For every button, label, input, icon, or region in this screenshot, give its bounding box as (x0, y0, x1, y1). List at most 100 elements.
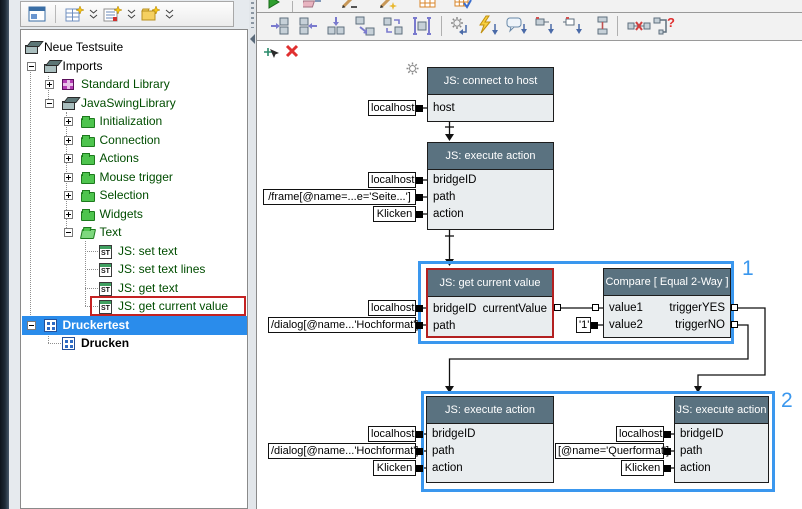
boxes-swap-arrow-icon[interactable] (382, 15, 406, 39)
plus-expander-icon[interactable] (64, 136, 73, 145)
tree-item[interactable]: STJS: get text (22, 279, 247, 298)
output-port[interactable] (731, 321, 738, 328)
eraser-icon[interactable] (303, 0, 327, 13)
bubble-arrow-icon[interactable] (505, 15, 529, 39)
box-brackets-icon[interactable] (411, 15, 435, 39)
minus-expander-icon[interactable] (45, 99, 54, 108)
tree-item[interactable]: Standard Library (22, 75, 247, 94)
tree-item[interactable]: Initialization (22, 112, 247, 131)
port-in-label: bridgeID (433, 301, 476, 318)
plus-expander-icon[interactable] (64, 173, 73, 182)
value-label[interactable]: /frame[@name=...e='Seite...'] (263, 189, 416, 205)
panel-splitter[interactable] (249, 0, 256, 509)
node-execute-action-3[interactable]: JS: execute action bridgeID path action (674, 396, 769, 483)
pencil-star-icon[interactable] (377, 0, 401, 13)
diagram-canvas[interactable]: 1 2 JS: connect to host host JS: execute… (257, 41, 802, 509)
chevron-down-icon[interactable] (126, 3, 137, 25)
play-icon[interactable] (266, 0, 290, 13)
box-arrow-right-icon[interactable] (269, 15, 293, 39)
plus-expander-icon[interactable] (45, 80, 54, 89)
node-connect-to-host[interactable]: JS: connect to host host (427, 67, 554, 122)
value-label[interactable]: localhost (616, 426, 664, 442)
workbench-icon[interactable] (27, 3, 47, 25)
tree-item[interactable]: Drucken (22, 334, 247, 353)
new-grid-star-icon[interactable] (64, 3, 85, 25)
minus-expander-icon[interactable] (64, 228, 73, 237)
box-arrow-down-icon[interactable] (325, 15, 349, 39)
node-title: JS: get current value (428, 270, 552, 297)
value-label[interactable]: localhost (368, 172, 416, 188)
disconnect-icon[interactable] (627, 15, 651, 39)
value-label[interactable]: /dialog[@name...'Hochformat'] (268, 317, 416, 333)
tree-item-label: Initialization (100, 112, 163, 131)
tree-item-label: JS: get text (118, 279, 178, 298)
pencil-minus-icon[interactable] (339, 0, 363, 13)
question-glyph: ? (667, 15, 675, 30)
tree-item[interactable]: Mouse trigger (22, 168, 247, 187)
connect-question-icon[interactable]: ? (653, 15, 677, 39)
chevron-down-icon[interactable] (164, 3, 175, 25)
tree-item[interactable]: STJS: set text (22, 242, 247, 261)
tree-item[interactable]: Selection (22, 186, 247, 205)
port-out-arrow-icon[interactable] (562, 15, 586, 39)
gear-arrow-icon[interactable] (449, 15, 473, 39)
tree-item[interactable]: Connection (22, 131, 247, 150)
lightning-arrow-icon[interactable] (477, 15, 501, 39)
output-port[interactable] (554, 304, 561, 311)
st-badge-text: ST (100, 250, 111, 257)
value-label[interactable]: localhost (368, 100, 416, 116)
connector-link-icon[interactable] (592, 15, 616, 39)
new-folder-star-icon[interactable] (140, 3, 161, 25)
value-label[interactable]: localhost (368, 426, 416, 442)
node-execute-action-1[interactable]: JS: execute action bridgeID path action (427, 142, 554, 230)
plus-expander-icon[interactable] (64, 117, 73, 126)
grid-icon (62, 337, 75, 350)
plus-expander-icon[interactable] (64, 210, 73, 219)
grid-icon[interactable] (419, 0, 443, 13)
node-compare-equal-2way[interactable]: Compare [ Equal 2-Way ] value1triggerYES… (603, 268, 731, 338)
folder-icon (81, 137, 95, 147)
tree-item[interactable]: Imports (22, 57, 247, 76)
node-get-current-value[interactable]: JS: get current value bridgeIDcurrentVal… (426, 268, 554, 338)
new-list-star-icon[interactable] (102, 3, 123, 25)
tree-item-label: Drucken (81, 334, 129, 353)
tree-item[interactable]: Widgets (22, 205, 247, 224)
value-label[interactable]: localhost (368, 300, 416, 316)
tree-item[interactable]: Text (22, 223, 247, 242)
gear-icon[interactable] (405, 61, 420, 81)
box-arrow-left-icon[interactable] (297, 15, 321, 39)
grid-check-icon[interactable] (454, 0, 478, 13)
tree-item[interactable]: Druckertest (22, 316, 247, 335)
minus-expander-icon[interactable] (27, 62, 36, 71)
value-label[interactable]: '1' (576, 317, 591, 333)
value-label[interactable]: Klicken (373, 460, 416, 476)
chevron-down-icon[interactable] (88, 3, 99, 25)
folder-icon (81, 118, 95, 128)
tree-item[interactable]: Neue Testsuite (22, 38, 247, 57)
port-out-label: triggerNO (675, 317, 725, 334)
highlight-frame (90, 296, 246, 316)
value-label[interactable]: Klicken (621, 460, 664, 476)
st-icon: ST (99, 263, 112, 277)
input-port[interactable] (592, 304, 599, 311)
plus-expander-icon[interactable] (64, 154, 73, 163)
tree-item-label: JavaSwingLibrary (81, 94, 176, 113)
splitter-handle[interactable] (251, 2, 254, 28)
node-execute-action-2[interactable]: JS: execute action bridgeID path action (426, 396, 554, 483)
output-port[interactable] (731, 304, 738, 311)
value-label[interactable]: /dialog[@name...'Hochformat'] (268, 443, 416, 459)
minus-expander-icon[interactable] (27, 321, 36, 330)
port-in-arrow-icon[interactable] (534, 15, 558, 39)
node-title: JS: execute action (427, 397, 553, 424)
tree-panel[interactable]: Neue TestsuiteImportsStandard LibraryJav… (20, 29, 248, 509)
tree-item[interactable]: STJS: set text lines (22, 260, 247, 279)
tree-item[interactable]: JavaSwingLibrary (22, 94, 247, 113)
tree-connector (85, 251, 98, 252)
plus-expander-icon[interactable] (64, 191, 73, 200)
tree-connector (48, 343, 61, 344)
tree-item[interactable]: Actions (22, 149, 247, 168)
value-label[interactable]: [@name='Querformat'] (555, 443, 664, 459)
collapse-left-icon[interactable] (249, 33, 256, 45)
value-label[interactable]: Klicken (373, 206, 416, 222)
boxes-diagonal-arrow-icon[interactable] (354, 15, 378, 39)
